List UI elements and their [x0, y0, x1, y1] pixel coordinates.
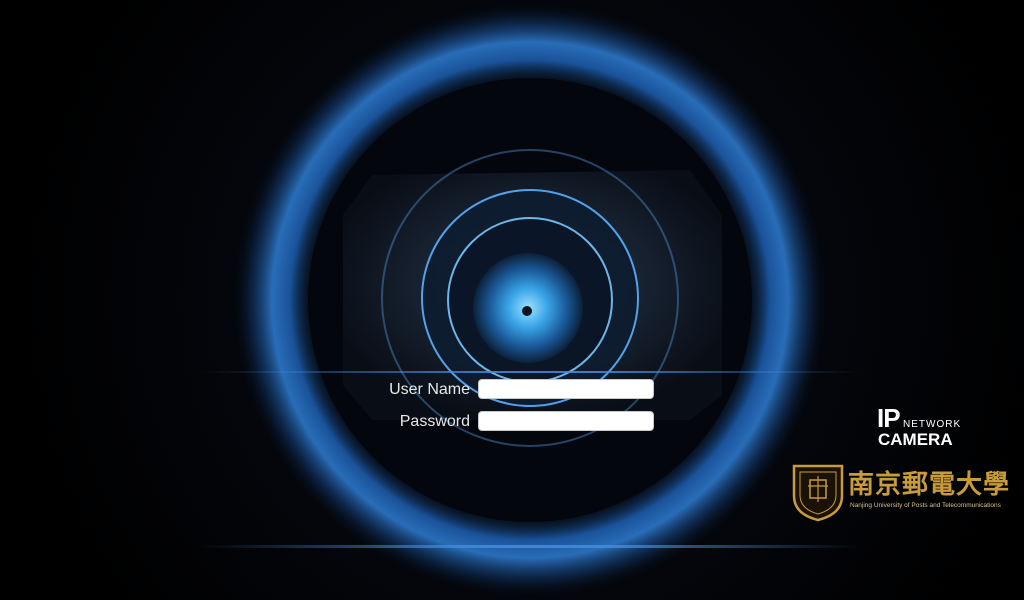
login-screen: User Name Password IP NETWORK CAMERA 南京郵… — [0, 0, 1024, 600]
password-label: Password — [399, 413, 470, 430]
username-row: User Name — [330, 379, 660, 401]
username-label: User Name — [389, 381, 470, 398]
bottom-glow-line — [200, 545, 860, 548]
university-english-name: Nanjing University of Posts and Telecomm… — [850, 502, 1001, 509]
top-glow-line — [200, 371, 860, 373]
university-chinese-name: 南京郵電大學 — [848, 470, 1011, 500]
brand-network: NETWORK — [903, 419, 962, 430]
brand-camera: CAMERA — [878, 430, 953, 449]
university-emblem-icon — [792, 464, 844, 522]
ip-camera-logo: IP NETWORK CAMERA — [877, 403, 997, 451]
university-logo: 南京郵電大學 Nanjing University of Posts and T… — [790, 462, 1010, 526]
lens-center-dot — [522, 306, 532, 316]
username-input[interactable] — [478, 379, 654, 399]
password-row: Password — [330, 411, 660, 433]
password-input[interactable] — [478, 411, 654, 431]
